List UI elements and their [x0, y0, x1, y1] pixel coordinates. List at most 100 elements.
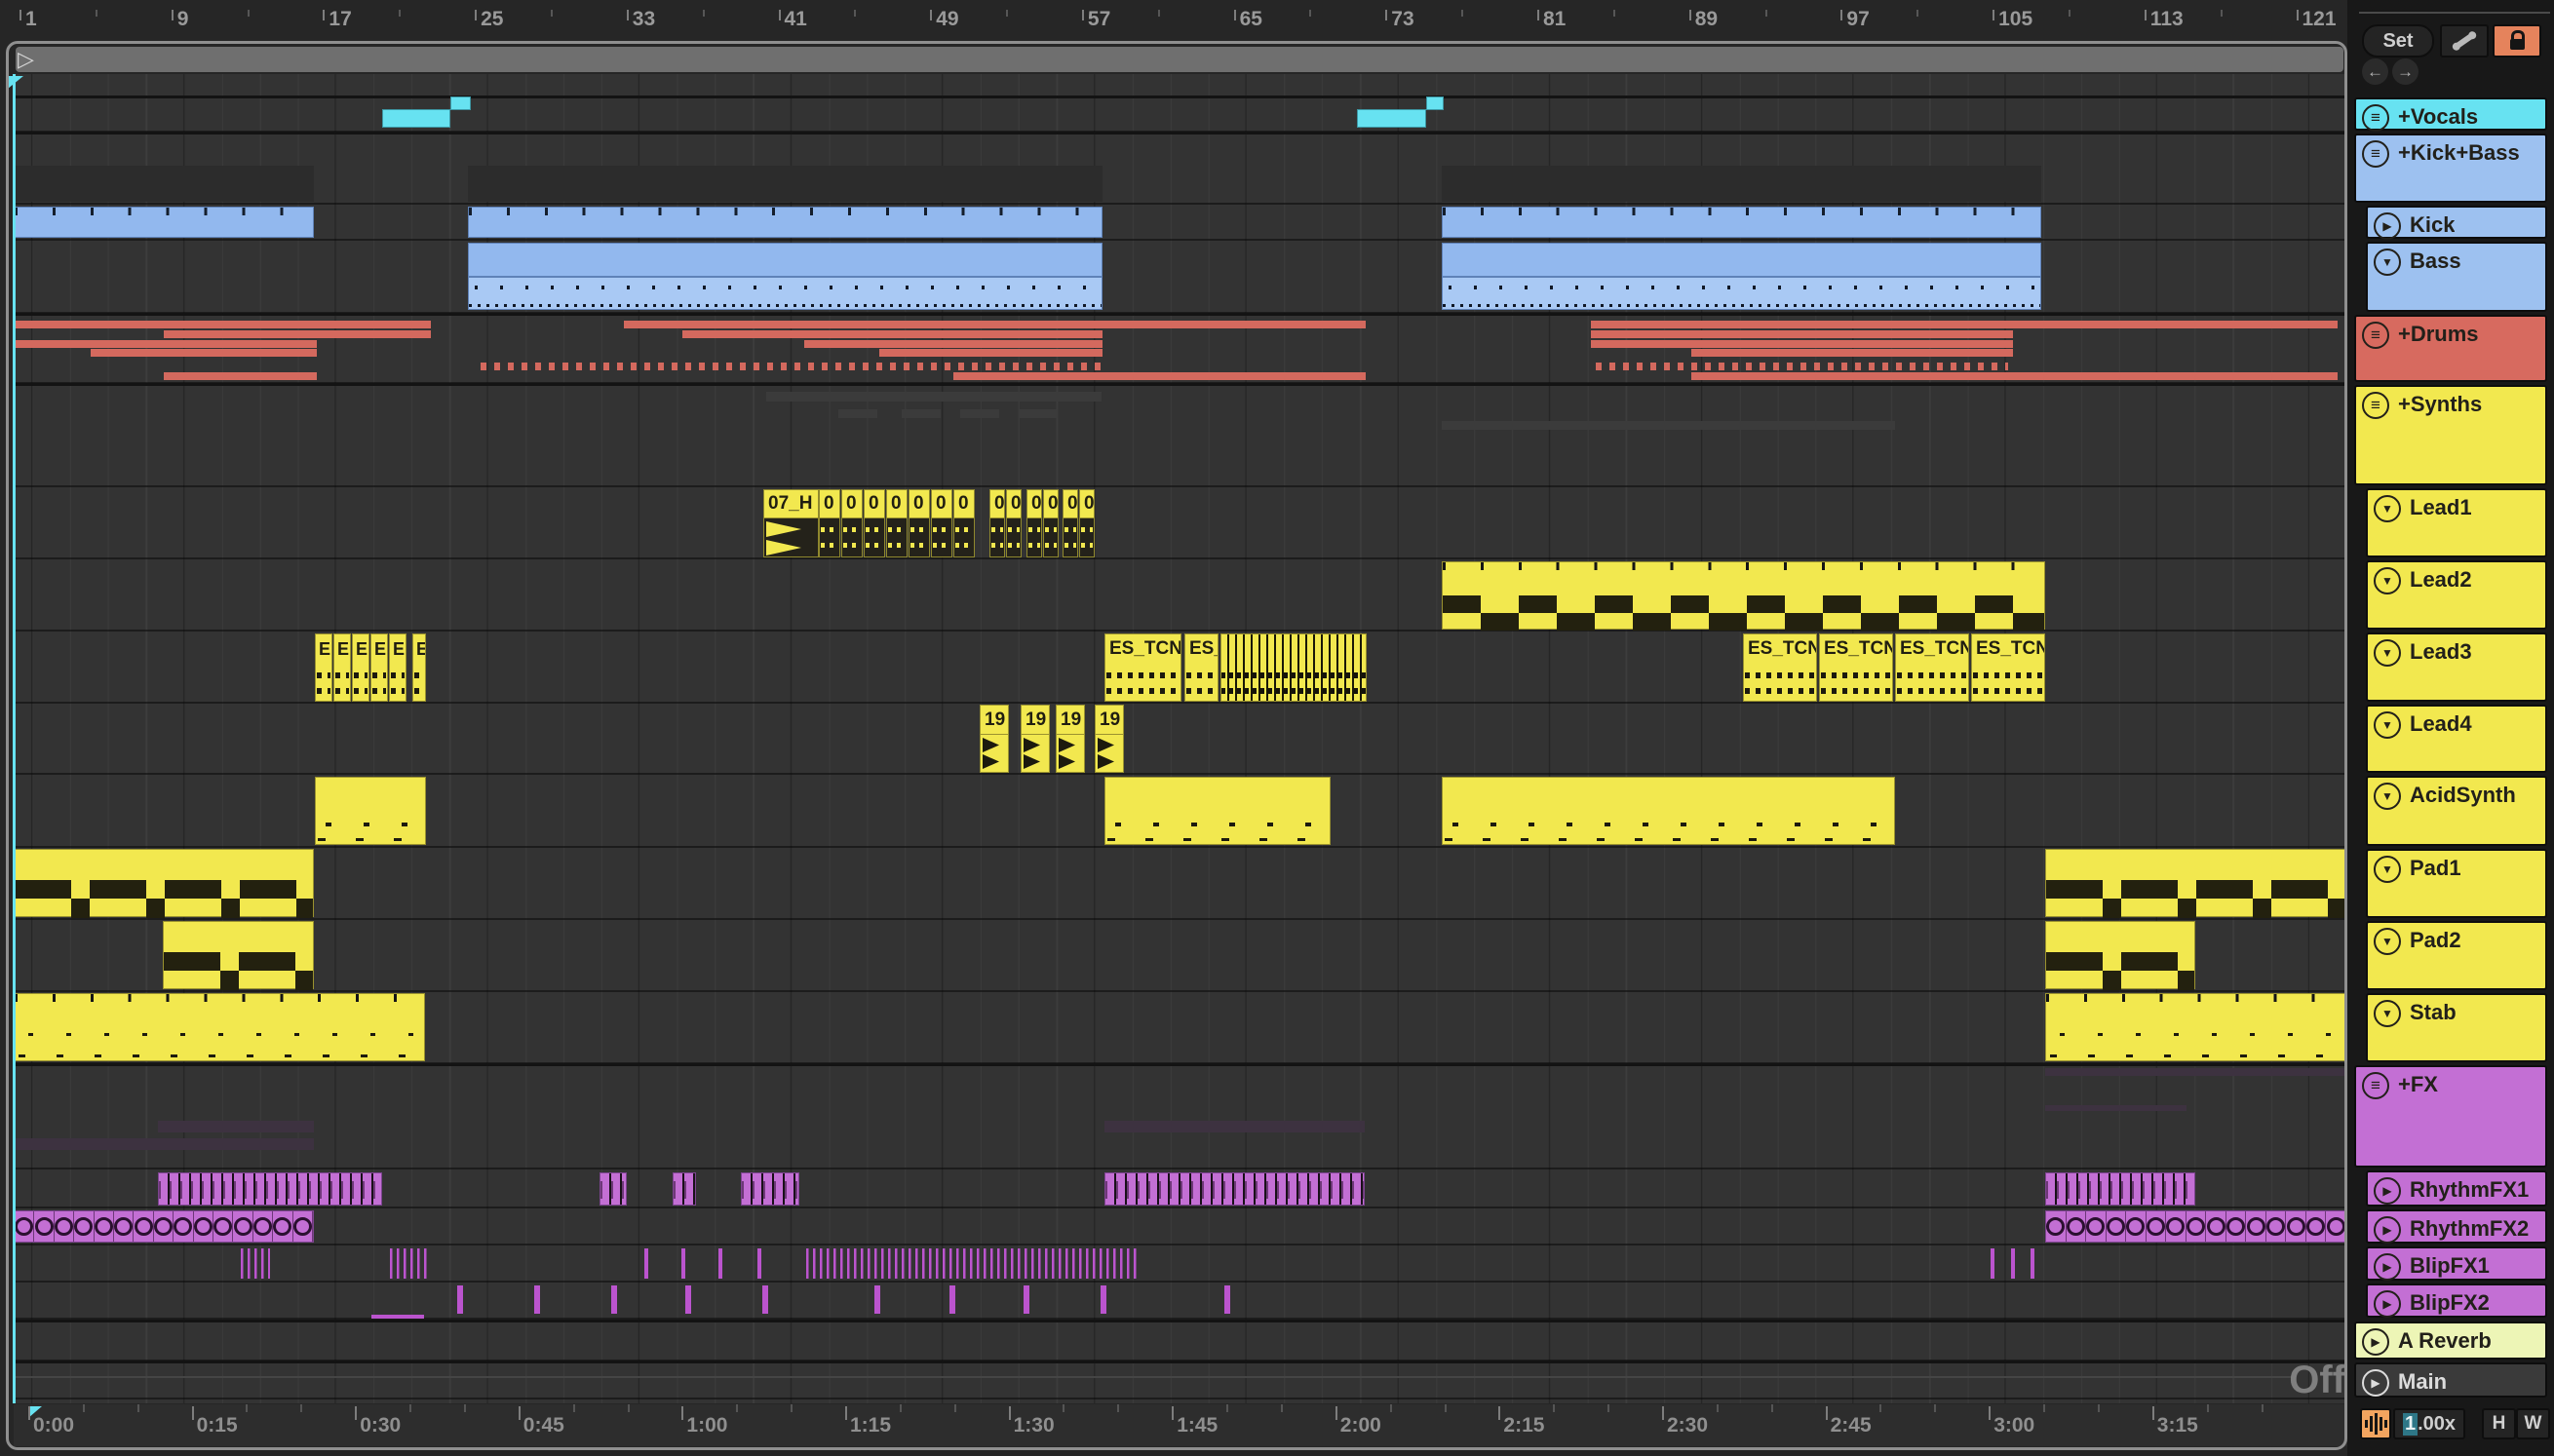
clip-mark[interactable]	[685, 1285, 691, 1314]
track-Lead2[interactable]: ▼ Lead2	[2366, 560, 2547, 630]
down-icon[interactable]: ▼	[2374, 711, 2401, 739]
play-icon[interactable]: ▶	[2362, 1369, 2389, 1397]
play-icon[interactable]: ▶	[2374, 1216, 2401, 1244]
track-FX[interactable]: ≡ +FX	[2354, 1065, 2547, 1168]
down-icon[interactable]: ▼	[2374, 639, 2401, 667]
track-Main[interactable]: ▶ Main	[2354, 1362, 2547, 1398]
clip-tick1[interactable]	[718, 1248, 722, 1279]
clip-ghost[interactable]	[14, 166, 314, 202]
clip-red[interactable]	[624, 321, 1366, 328]
clip-l1z[interactable]: 0	[953, 489, 975, 557]
clip-mark[interactable]	[1101, 1285, 1106, 1314]
track-Pad2[interactable]: ▼ Pad2	[2366, 921, 2547, 990]
clip-padck[interactable]	[2045, 921, 2195, 990]
track-KickBass[interactable]: ≡ +Kick+Bass	[2354, 134, 2547, 203]
track-Bass[interactable]: ▼ Bass	[2366, 242, 2547, 312]
track-Kick[interactable]: ▶ Kick	[2366, 206, 2547, 240]
clip-ghost2[interactable]	[1442, 421, 1895, 430]
horizontal-scrollbar[interactable]: ▷	[16, 47, 2343, 72]
play-icon[interactable]: ▶	[2374, 212, 2401, 240]
clip-l1z[interactable]: 0	[864, 489, 885, 557]
clip-acid[interactable]	[1442, 777, 1895, 845]
clip-w19[interactable]: 19	[980, 705, 1009, 773]
clip-pstripe[interactable]	[741, 1172, 799, 1206]
clip-bass[interactable]	[1442, 243, 2041, 310]
clip-red[interactable]	[682, 330, 1103, 338]
height-zoom-button[interactable]: H	[2482, 1408, 2516, 1439]
clip-kick[interactable]	[468, 207, 1103, 238]
playhead[interactable]	[13, 74, 16, 1403]
clip-ghost[interactable]	[1442, 166, 2041, 202]
clip-ghostp[interactable]	[14, 1138, 314, 1150]
clip-wes[interactable]: ES_TCN	[1104, 633, 1181, 702]
group-icon[interactable]: ≡	[2362, 322, 2389, 349]
clip-tick1[interactable]	[757, 1248, 761, 1279]
clip-mark[interactable]	[949, 1285, 955, 1314]
clip-l1z[interactable]: 0	[931, 489, 952, 557]
clip-mark[interactable]	[534, 1285, 540, 1314]
clip-padck[interactable]	[2045, 849, 2347, 918]
clip-wes[interactable]: ES_TCN	[1971, 633, 2045, 702]
clip-stab[interactable]	[2045, 993, 2347, 1061]
clip-l1z[interactable]: 0	[819, 489, 840, 557]
clip-ticks[interactable]	[241, 1248, 270, 1279]
clip-red[interactable]	[1691, 349, 2013, 357]
track-BlipFX1[interactable]: ▶ BlipFX1	[2366, 1246, 2547, 1281]
play-icon[interactable]: ▶	[2374, 1177, 2401, 1205]
clip-red[interactable]	[14, 340, 317, 348]
clip-mark[interactable]	[762, 1285, 768, 1314]
track-Lead3[interactable]: ▼ Lead3	[2366, 632, 2547, 702]
clip-red[interactable]	[1591, 321, 2338, 328]
clip-cyan[interactable]	[450, 96, 471, 110]
clip-red[interactable]	[164, 330, 431, 338]
set-button[interactable]: Set	[2362, 24, 2434, 57]
clip-wstripe[interactable]	[1220, 633, 1367, 702]
clip-reddash[interactable]	[1596, 363, 2008, 370]
clip-ghost[interactable]	[468, 166, 1103, 202]
down-icon[interactable]: ▼	[2374, 1000, 2401, 1027]
play-icon[interactable]: ▶	[2374, 1290, 2401, 1318]
clip-padck[interactable]	[163, 921, 314, 990]
clip-cyan[interactable]	[382, 109, 450, 128]
clip-wes[interactable]: ES_TCN	[1819, 633, 1893, 702]
clip-tick1[interactable]	[1991, 1248, 1994, 1279]
clip-ticks[interactable]	[806, 1248, 1141, 1279]
clip-red[interactable]	[91, 349, 317, 357]
clip-red[interactable]	[804, 340, 1103, 348]
group-icon[interactable]: ≡	[2362, 392, 2389, 419]
clip-l1a[interactable]: 07_H	[763, 489, 819, 557]
clip-wes[interactable]: ES_	[1184, 633, 1219, 702]
down-icon[interactable]: ▼	[2374, 567, 2401, 594]
clip-l1z[interactable]: 0	[886, 489, 908, 557]
clip-mark[interactable]	[611, 1285, 617, 1314]
group-icon[interactable]: ≡	[2362, 1072, 2389, 1099]
track-BlipFX2[interactable]: ▶ BlipFX2	[2366, 1284, 2547, 1318]
track-RhythmFX2[interactable]: ▶ RhythmFX2	[2366, 1209, 2547, 1244]
clip-kick[interactable]	[1442, 207, 2041, 238]
time-ruler[interactable]: 0:00 0:15 0:30 0:45 1:00 1:15 1:30 1:45 2:00 2:15…	[14, 1404, 2347, 1446]
clip-tick1[interactable]	[2011, 1248, 2015, 1279]
track-AcidSynth[interactable]: ▼ AcidSynth	[2366, 776, 2547, 846]
clip-mark[interactable]	[1224, 1285, 1230, 1314]
clip-wes[interactable]: ES_TCN	[1743, 633, 1817, 702]
clip-pstripe[interactable]	[2045, 1172, 2195, 1206]
clip-l1z[interactable]: 0	[841, 489, 863, 557]
clip-ghost2[interactable]	[1019, 409, 1058, 418]
track-Stab[interactable]: ▼ Stab	[2366, 993, 2547, 1062]
clip-pstripe[interactable]	[673, 1172, 696, 1206]
down-icon[interactable]: ▼	[2374, 495, 2401, 522]
clip-l1z[interactable]: 0	[1043, 489, 1059, 557]
clip-mark[interactable]	[457, 1285, 463, 1314]
playback-speed-field[interactable]: 1.00x	[2393, 1408, 2465, 1439]
track-AReverb[interactable]: ▶ A Reverb	[2354, 1322, 2547, 1360]
draw-mode-button[interactable]	[2440, 24, 2489, 57]
clip-oclip[interactable]	[2045, 1210, 2347, 1243]
down-icon[interactable]: ▼	[2374, 928, 2401, 955]
clip-w19[interactable]: 19	[1056, 705, 1085, 773]
clip-l1z[interactable]: 0	[1063, 489, 1078, 557]
down-icon[interactable]: ▼	[2374, 249, 2401, 276]
clip-cyan[interactable]	[1357, 109, 1426, 128]
track-Lead1[interactable]: ▼ Lead1	[2366, 488, 2547, 557]
clip-w19[interactable]: 19	[1021, 705, 1050, 773]
clip-tick1[interactable]	[2031, 1248, 2034, 1279]
